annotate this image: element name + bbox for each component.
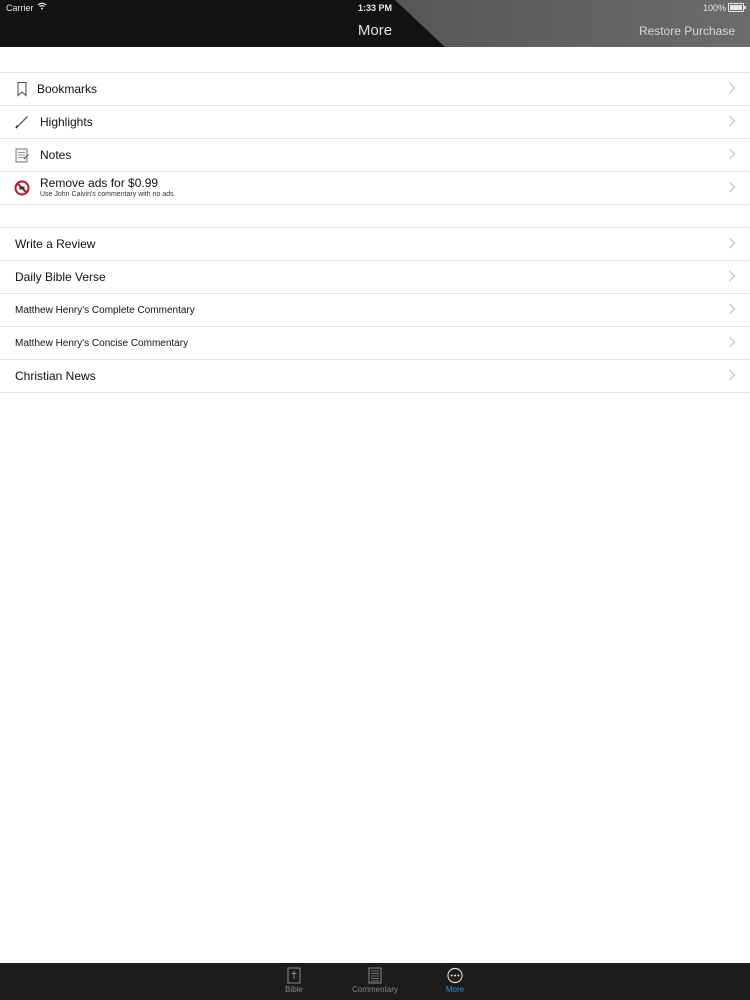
chevron-right-icon <box>729 369 736 381</box>
tab-label: More <box>445 985 465 994</box>
list-item-label: Highlights <box>40 115 93 129</box>
notepad-icon <box>15 148 29 163</box>
tab-bible[interactable]: Bible <box>254 967 334 994</box>
list-item-label: Daily Bible Verse <box>15 270 106 284</box>
list-item-remove-ads[interactable]: Remove ads for $0.99 Use John Calvin's c… <box>0 172 750 205</box>
list-item-label: Bookmarks <box>37 82 98 96</box>
list-item-label: Christian News <box>15 369 96 383</box>
chevron-right-icon <box>729 82 736 94</box>
list-item-daily-bible-verse[interactable]: Daily Bible Verse <box>0 261 750 294</box>
tab-label: Bible <box>285 985 303 994</box>
list-item-label: Remove ads for $0.99 <box>40 176 159 190</box>
features-list: Bookmarks Highlights Notes Remove ads fo… <box>0 72 750 205</box>
list-item-bookmarks[interactable]: Bookmarks <box>0 73 750 106</box>
battery-percent: 100% <box>702 3 726 13</box>
resources-list: Write a Review Daily Bible Verse Matthew… <box>0 227 750 393</box>
chevron-right-icon <box>729 181 736 193</box>
chevron-right-icon <box>729 270 736 282</box>
list-item-label: Notes <box>40 148 72 162</box>
chevron-right-icon <box>729 237 736 249</box>
chevron-right-icon <box>729 148 736 160</box>
list-item-sublabel: Use John Calvin's commentary with no ads <box>40 191 174 198</box>
list-item-label: Write a Review <box>15 237 96 251</box>
commentary-icon <box>368 967 382 984</box>
no-ads-icon <box>14 180 30 196</box>
list-item-highlights[interactable]: Highlights <box>0 106 750 139</box>
pencil-icon <box>15 116 28 129</box>
tab-commentary[interactable]: Commentary <box>335 967 415 994</box>
list-item-concise-commentary[interactable]: Matthew Henry's Concise Commentary <box>0 327 750 360</box>
navigation-bar: Carrier 1:33 PM 100% More Restore Purcha… <box>0 0 750 47</box>
list-item-complete-commentary[interactable]: Matthew Henry's Complete Commentary <box>0 294 750 327</box>
tab-label: Commentary <box>352 985 398 994</box>
list-item-label: Matthew Henry's Complete Commentary <box>15 305 195 316</box>
more-icon <box>447 967 463 984</box>
restore-purchase-button[interactable]: Restore Purchase <box>639 24 735 38</box>
bookmark-icon <box>17 81 27 97</box>
bible-icon <box>287 967 301 984</box>
list-item-notes[interactable]: Notes <box>0 139 750 172</box>
battery-icon <box>728 3 746 12</box>
list-item-label: Matthew Henry's Concise Commentary <box>15 338 189 349</box>
chevron-right-icon <box>729 303 736 315</box>
chevron-right-icon <box>729 115 736 127</box>
list-item-christian-news[interactable]: Christian News <box>0 360 750 393</box>
page-title: More <box>357 22 393 39</box>
chevron-right-icon <box>729 336 736 348</box>
tab-more[interactable]: More <box>415 967 495 994</box>
list-item-write-review[interactable]: Write a Review <box>0 228 750 261</box>
tab-bar: Bible Commentary More <box>0 963 750 1000</box>
clock-label: 1:33 PM <box>357 3 392 13</box>
